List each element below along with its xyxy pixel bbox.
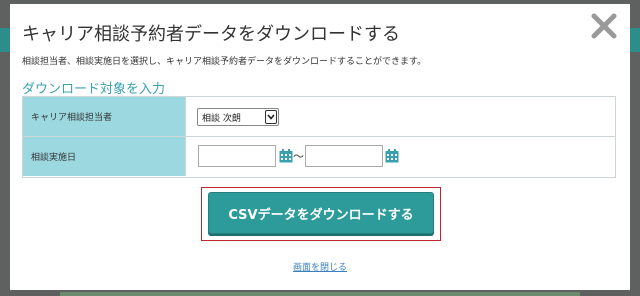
date-from-input[interactable] (198, 145, 276, 167)
background-footer-strip (60, 292, 580, 296)
close-screen-link-text[interactable]: 画面を閉じる (293, 263, 347, 273)
chevron-down-icon[interactable] (265, 110, 277, 124)
form-row-counselor: キャリア相談担当者 相談 次朗 (23, 97, 615, 137)
close-x-icon[interactable] (590, 12, 618, 40)
date-to-input[interactable] (305, 145, 383, 167)
counselor-select[interactable]: 相談 次朗 (197, 108, 279, 126)
download-modal: キャリア相談予約者データをダウンロードする 相談担当者、相談実施日を選択し、キャ… (10, 4, 630, 290)
date-label: 相談実施日 (23, 137, 186, 176)
date-range-separator: 〜 (293, 150, 304, 163)
modal-title: キャリア相談予約者データをダウンロードする (22, 24, 400, 45)
counselor-select-value: 相談 次朗 (202, 113, 241, 124)
modal-description: 相談担当者、相談実施日を選択し、キャリア相談予約者データをダウンロードすることが… (22, 57, 427, 67)
counselor-label: キャリア相談担当者 (23, 97, 186, 136)
form-row-date: 相談実施日 〜 (23, 137, 615, 176)
background-header-strip-right (630, 28, 640, 52)
close-screen-link: 画面を閉じる (10, 260, 630, 273)
calendar-icon[interactable] (385, 148, 399, 163)
csv-download-button[interactable]: CSVデータをダウンロードする (208, 192, 434, 234)
background-header-strip-left (0, 28, 10, 52)
calendar-icon[interactable] (279, 148, 293, 163)
section-heading: ダウンロード対象を入力 (22, 82, 166, 97)
download-form: キャリア相談担当者 相談 次朗 相談実施日 〜 (22, 96, 616, 178)
